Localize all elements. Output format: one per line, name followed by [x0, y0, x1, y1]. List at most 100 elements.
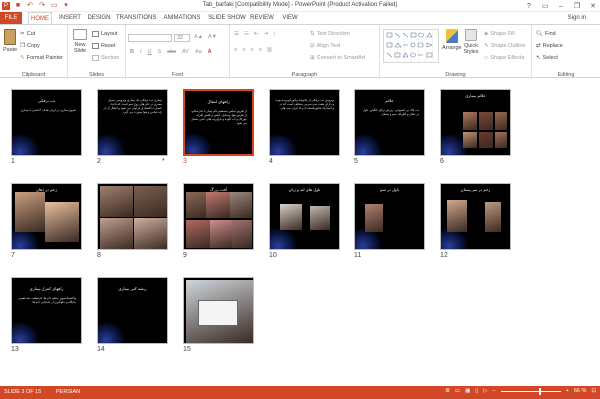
shape-outline-button[interactable]: ✎ Shape Outline: [484, 43, 525, 49]
slide-thumbnail-8[interactable]: [97, 183, 168, 250]
tab-insert[interactable]: INSERT: [58, 12, 82, 24]
language-indicator[interactable]: PERSIAN: [56, 389, 80, 395]
format-painter-button[interactable]: ✎ Format Painter: [20, 55, 63, 61]
slide-number: 7: [11, 252, 15, 259]
slide-thumbnail-3[interactable]: راههای انتقال از طریق تماس مستقیم دام بیم…: [183, 89, 254, 156]
tab-review[interactable]: REVIEW: [250, 12, 274, 24]
tab-home[interactable]: HOME: [28, 12, 52, 24]
arrange-button[interactable]: Arrange: [442, 29, 462, 51]
zoom-slider-knob[interactable]: [539, 387, 542, 395]
slide-title: تاول های لثه و زبان: [288, 187, 321, 192]
zoom-out-icon[interactable]: –: [493, 388, 496, 394]
bold-button[interactable]: B: [130, 49, 134, 55]
font-size-box[interactable]: 32: [174, 34, 190, 42]
slide-thumbnail-15[interactable]: [183, 277, 254, 344]
italic-button[interactable]: I: [140, 49, 142, 55]
slide-glow: [441, 229, 469, 249]
slide-thumbnail-1[interactable]: تب برفکی شیوع بیماری در ایران هدف: آشنایی…: [11, 89, 82, 156]
slide-thumbnail-11[interactable]: تاول در سم: [354, 183, 425, 250]
smartart-icon: ⊞: [310, 55, 315, 61]
slide-thumbnail-12[interactable]: زخم در سر پستان: [440, 183, 511, 250]
select-button[interactable]: ↖ Select: [536, 55, 558, 61]
change-case-button[interactable]: Aa: [195, 49, 202, 55]
zoom-level[interactable]: 66 %: [574, 388, 587, 394]
clipboard-label: Clipboard: [21, 72, 46, 78]
slide-thumbnail-10[interactable]: تاول های لثه و زبان: [269, 183, 340, 250]
copy-button[interactable]: ❐ Copy: [20, 43, 40, 49]
slide-thumbnail-13[interactable]: راههای کنترل بیماری واکسیناسیون منظم دام …: [11, 277, 82, 344]
spacing-button[interactable]: AV: [182, 49, 189, 55]
align-left-icon[interactable]: ≡: [234, 47, 237, 53]
strikethrough-button[interactable]: abc: [167, 49, 176, 55]
slide-thumbnail-9[interactable]: آفت بزرگ: [183, 183, 254, 250]
slide-thumbnail-2[interactable]: بیماری تب برفکی یک بیماری ویروسی بسیار م…: [97, 89, 168, 156]
section-button[interactable]: Section: [92, 55, 119, 61]
find-button[interactable]: 🔍︎ Find: [536, 31, 556, 37]
zoom-slider[interactable]: [500, 387, 561, 395]
increase-indent-icon[interactable]: ⇥: [263, 31, 268, 37]
slide-thumbnail-4[interactable]: ویروس تب برفکی از خانواده پیکورناویریده …: [269, 89, 340, 156]
align-center-icon[interactable]: ≡: [242, 47, 245, 53]
shape-fill-button[interactable]: ◈ Shape Fill: [484, 31, 515, 37]
tab-animations[interactable]: ANIMATIONS: [162, 12, 202, 24]
cut-button[interactable]: ✂ Cut: [20, 31, 35, 37]
replace-button[interactable]: ⇄ Replace: [536, 43, 563, 49]
minimize-icon[interactable]: –: [556, 3, 566, 10]
drawing-group: Arrange Quick Styles ◈ Shape Fill ✎ Shape …: [380, 25, 532, 79]
slides-group: New Slide Layout Reset Section Slides: [68, 25, 126, 79]
sign-in-link[interactable]: Sign in: [568, 15, 586, 21]
paste-button[interactable]: Paste: [3, 29, 17, 53]
slide-photo: [232, 220, 252, 248]
slide-photo: [447, 200, 467, 232]
editing-label: Editing: [557, 72, 575, 78]
font-grow-icon[interactable]: A▲: [194, 34, 203, 40]
font-shrink-icon[interactable]: A▼: [208, 34, 217, 40]
line-spacing-icon[interactable]: ↕: [273, 31, 276, 37]
slide-thumbnail-7[interactable]: زخم در دهان: [11, 183, 82, 250]
text-direction-button[interactable]: ⇅ Text Direction: [310, 31, 350, 37]
reset-button[interactable]: Reset: [92, 43, 115, 49]
numbering-icon[interactable]: ☷: [244, 31, 249, 37]
zoom-in-icon[interactable]: +: [566, 388, 569, 394]
clipboard-group: Paste ✂ Cut ❐ Copy ✎ Format Painter Clipboa…: [0, 25, 68, 79]
quick-styles-button[interactable]: Quick Styles: [462, 29, 480, 55]
slide-thumbnail-6[interactable]: علائم بیماری: [440, 89, 511, 156]
animation-star-icon[interactable]: *: [162, 158, 165, 165]
font-name-box[interactable]: [128, 34, 172, 42]
bullets-icon[interactable]: ☰: [234, 31, 239, 37]
close-icon[interactable]: ✕: [588, 2, 598, 10]
shapes-gallery[interactable]: [383, 29, 439, 63]
shadow-button[interactable]: S: [158, 49, 162, 55]
slide-thumbnail-14[interactable]: ریشه کنی بیماری: [97, 277, 168, 344]
slideshow-view-icon[interactable]: ▷: [483, 388, 487, 394]
underline-button[interactable]: U: [148, 49, 152, 55]
slide-thumbnail-5[interactable]: علائم تب بالا، بی اشتهایی، ریزش بزاق، لنگ…: [354, 89, 425, 156]
tab-view[interactable]: VIEW: [280, 12, 300, 24]
justify-icon[interactable]: ≡: [259, 47, 262, 53]
layout-button[interactable]: Layout: [92, 31, 118, 37]
shape-effects-button[interactable]: ◇ Shape Effects: [484, 55, 524, 61]
sorter-view-icon[interactable]: ▦: [465, 388, 470, 394]
font-color-button[interactable]: A: [208, 49, 212, 55]
slide-title: راههای کنترل بیماری: [29, 286, 64, 291]
tab-transitions[interactable]: TRANSITIONS: [116, 12, 156, 24]
convert-smartart-button[interactable]: ⊞ Convert to SmartArt: [310, 55, 365, 61]
columns-icon[interactable]: ▥: [267, 47, 272, 53]
help-icon[interactable]: ?: [524, 3, 534, 10]
align-right-icon[interactable]: ≡: [250, 47, 253, 53]
normal-view-icon[interactable]: ▭: [455, 388, 460, 394]
tab-design[interactable]: DESIGN: [86, 12, 112, 24]
fit-slide-icon[interactable]: ⊡: [591, 388, 596, 394]
tab-slide-show[interactable]: SLIDE SHOW: [208, 12, 246, 24]
tab-file[interactable]: FILE: [0, 12, 22, 24]
cursor-icon: ↖: [536, 55, 541, 61]
text-direction-icon: ⇅: [310, 31, 315, 37]
restore-icon[interactable]: ❐: [572, 2, 582, 10]
align-text-icon: ⊟: [310, 43, 315, 49]
notes-icon[interactable]: ≣: [445, 388, 450, 394]
align-text-button[interactable]: ⊟ Align Text: [310, 43, 340, 49]
new-slide-button[interactable]: New Slide: [71, 29, 89, 54]
ribbon-display-icon[interactable]: ▭: [540, 2, 550, 10]
decrease-indent-icon[interactable]: ⇤: [254, 31, 259, 37]
reading-view-icon[interactable]: ▯: [475, 388, 478, 394]
